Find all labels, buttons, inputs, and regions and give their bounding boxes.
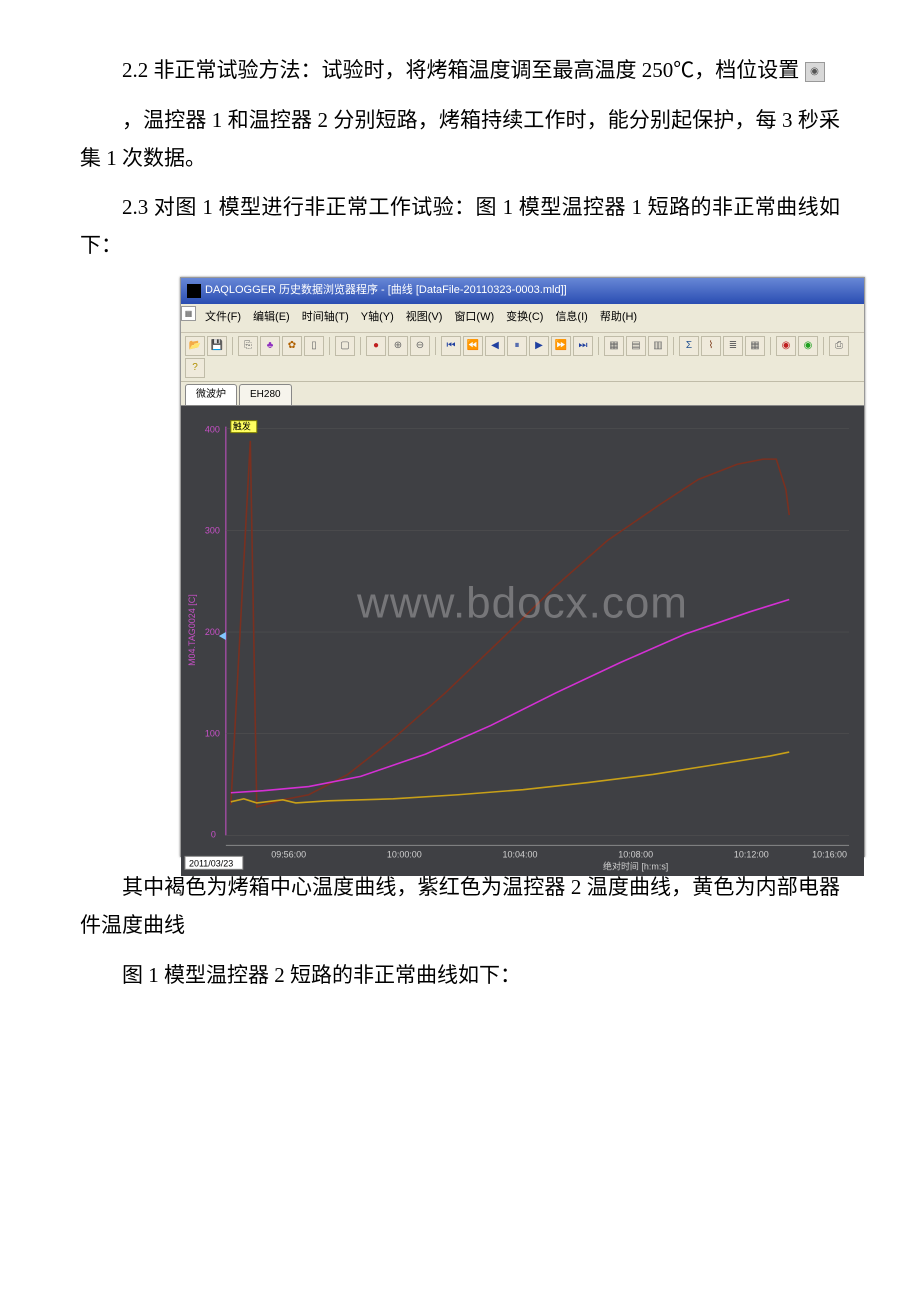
chart-svg: 0 100 200 300 400 M04.TAG0024 [C] 触 xyxy=(181,406,864,876)
series-magenta xyxy=(231,599,789,792)
open-icon[interactable]: 📂 xyxy=(185,336,205,356)
tree-icon[interactable]: ♣ xyxy=(260,336,280,356)
menu-yaxis[interactable]: Y轴(Y) xyxy=(355,306,400,330)
setting-icon: ◉ xyxy=(805,62,825,82)
grid2-icon[interactable]: ▤ xyxy=(626,336,646,356)
trigger-badge: 触发 xyxy=(231,420,257,432)
grid3-icon[interactable]: ▥ xyxy=(648,336,668,356)
paragraph-2-2a: 2.2 非正常试验方法：试验时，将烤箱温度调至最高温度 250℃，档位设置 ◉ xyxy=(80,52,840,90)
menu-convert[interactable]: 变换(C) xyxy=(500,306,549,330)
paragraph-next-fig: 图 1 模型温控器 2 短路的非正常曲线如下： xyxy=(80,957,840,995)
stop-icon[interactable]: ▢ xyxy=(335,336,355,356)
svg-text:触发: 触发 xyxy=(233,420,251,431)
colorpick2-icon[interactable]: ◉ xyxy=(798,336,818,356)
chart-icon[interactable]: ⌇ xyxy=(701,336,721,356)
window-title: DAQLOGGER 历史数据浏览器程序 - [曲线 [DataFile-2011… xyxy=(205,281,567,301)
nav-pause-icon[interactable]: ⏸ xyxy=(507,336,527,356)
list-icon[interactable]: ≣ xyxy=(723,336,743,356)
paragraph-2-2b: ，温控器 1 和温控器 2 分别短路，烤箱持续工作时，能分别起保护，每 3 秒采… xyxy=(80,102,840,178)
ytick-0: 0 xyxy=(211,829,216,839)
ytick-100: 100 xyxy=(205,728,220,738)
num-icon[interactable]: Σ xyxy=(679,336,699,356)
colorpick1-icon[interactable]: ◉ xyxy=(776,336,796,356)
grid1-icon[interactable]: ▦ xyxy=(604,336,624,356)
tab-microwave[interactable]: 微波炉 xyxy=(185,384,237,405)
xtick-3: 10:08:00 xyxy=(618,849,653,859)
yaxis-title: M04.TAG0024 [C] xyxy=(187,594,197,666)
menu-view[interactable]: 视图(V) xyxy=(400,306,449,330)
tag-icon[interactable]: ▦ xyxy=(745,336,765,356)
app-icon xyxy=(187,284,201,298)
record-icon[interactable]: ● xyxy=(366,336,386,356)
xtick-1: 10:00:00 xyxy=(387,849,422,859)
series-yellow xyxy=(231,752,789,803)
xaxis-label: 绝对时间 [h:m:s] xyxy=(603,860,668,871)
menu-file[interactable]: 文件(F) xyxy=(199,306,247,330)
nav-prev-fast-icon[interactable]: ⏪ xyxy=(463,336,483,356)
copy-icon[interactable]: ⎘ xyxy=(238,336,258,356)
xtick-2: 10:04:00 xyxy=(503,849,538,859)
ytick-400: 400 xyxy=(205,424,220,434)
nav-last-icon[interactable]: ⏭ xyxy=(573,336,593,356)
toolbar: 📂 💾 ⎘ ♣ ✿ ▯ ▢ ● ⊕ ⊖ ⏮ ⏪ ◀ ⏸ ▶ ⏩ ⏭ ▦ ▤ ▥ xyxy=(181,333,864,382)
tab-eh280[interactable]: EH280 xyxy=(239,384,292,405)
nav-next-icon[interactable]: ▶ xyxy=(529,336,549,356)
daqlogger-window: DAQLOGGER 历史数据浏览器程序 - [曲线 [DataFile-2011… xyxy=(180,277,865,857)
date-badge: 2011/03/23 xyxy=(185,856,243,869)
help-icon[interactable]: ? xyxy=(185,358,205,378)
svg-text:2011/03/23: 2011/03/23 xyxy=(189,858,233,868)
tab-bar: 微波炉 EH280 xyxy=(181,382,864,406)
nav-next-fast-icon[interactable]: ⏩ xyxy=(551,336,571,356)
menu-info[interactable]: 信息(I) xyxy=(549,306,593,330)
gear-icon[interactable]: ✿ xyxy=(282,336,302,356)
menu-bar: ▦ 文件(F) 编辑(E) 时间轴(T) Y轴(Y) 视图(V) 窗口(W) 变… xyxy=(181,304,864,333)
save-icon[interactable]: 💾 xyxy=(207,336,227,356)
system-menu-icon[interactable]: ▦ xyxy=(181,306,196,321)
nav-prev-icon[interactable]: ◀ xyxy=(485,336,505,356)
zoom-out-icon[interactable]: ⊖ xyxy=(410,336,430,356)
nav-first-icon[interactable]: ⏮ xyxy=(441,336,461,356)
paragraph-legend: 其中褐色为烤箱中心温度曲线，紫红色为温控器 2 温度曲线，黄色为内部电器件温度曲… xyxy=(80,869,840,945)
zoom-in-icon[interactable]: ⊕ xyxy=(388,336,408,356)
panel-icon[interactable]: ▯ xyxy=(304,336,324,356)
xtick-0: 09:56:00 xyxy=(271,849,306,859)
ytick-300: 300 xyxy=(205,525,220,535)
y-axis: 0 100 200 300 400 M04.TAG0024 [C] xyxy=(187,424,849,839)
cursor-marker-icon xyxy=(219,632,226,640)
menu-time[interactable]: 时间轴(T) xyxy=(296,306,355,330)
x-axis: 09:56:00 10:00:00 10:04:00 10:08:00 10:1… xyxy=(226,845,849,871)
menu-window[interactable]: 窗口(W) xyxy=(448,306,500,330)
menu-edit[interactable]: 编辑(E) xyxy=(247,306,296,330)
print-icon[interactable]: ⎙ xyxy=(829,336,849,356)
text: 2.2 非正常试验方法：试验时，将烤箱温度调至最高温度 250℃，档位设置 xyxy=(122,58,799,82)
title-bar: DAQLOGGER 历史数据浏览器程序 - [曲线 [DataFile-2011… xyxy=(181,278,864,304)
series-brown xyxy=(231,440,789,806)
xtick-4: 10:12:00 xyxy=(734,849,769,859)
menu-help[interactable]: 帮助(H) xyxy=(594,306,643,330)
xtick-5: 10:16:00 xyxy=(812,849,847,859)
ytick-200: 200 xyxy=(205,627,220,637)
plot-area: www.bdocx.com 0 100 200 300 400 xyxy=(181,406,864,876)
paragraph-2-3: 2.3 对图 1 模型进行非正常工作试验：图 1 模型温控器 1 短路的非正常曲… xyxy=(80,189,840,265)
